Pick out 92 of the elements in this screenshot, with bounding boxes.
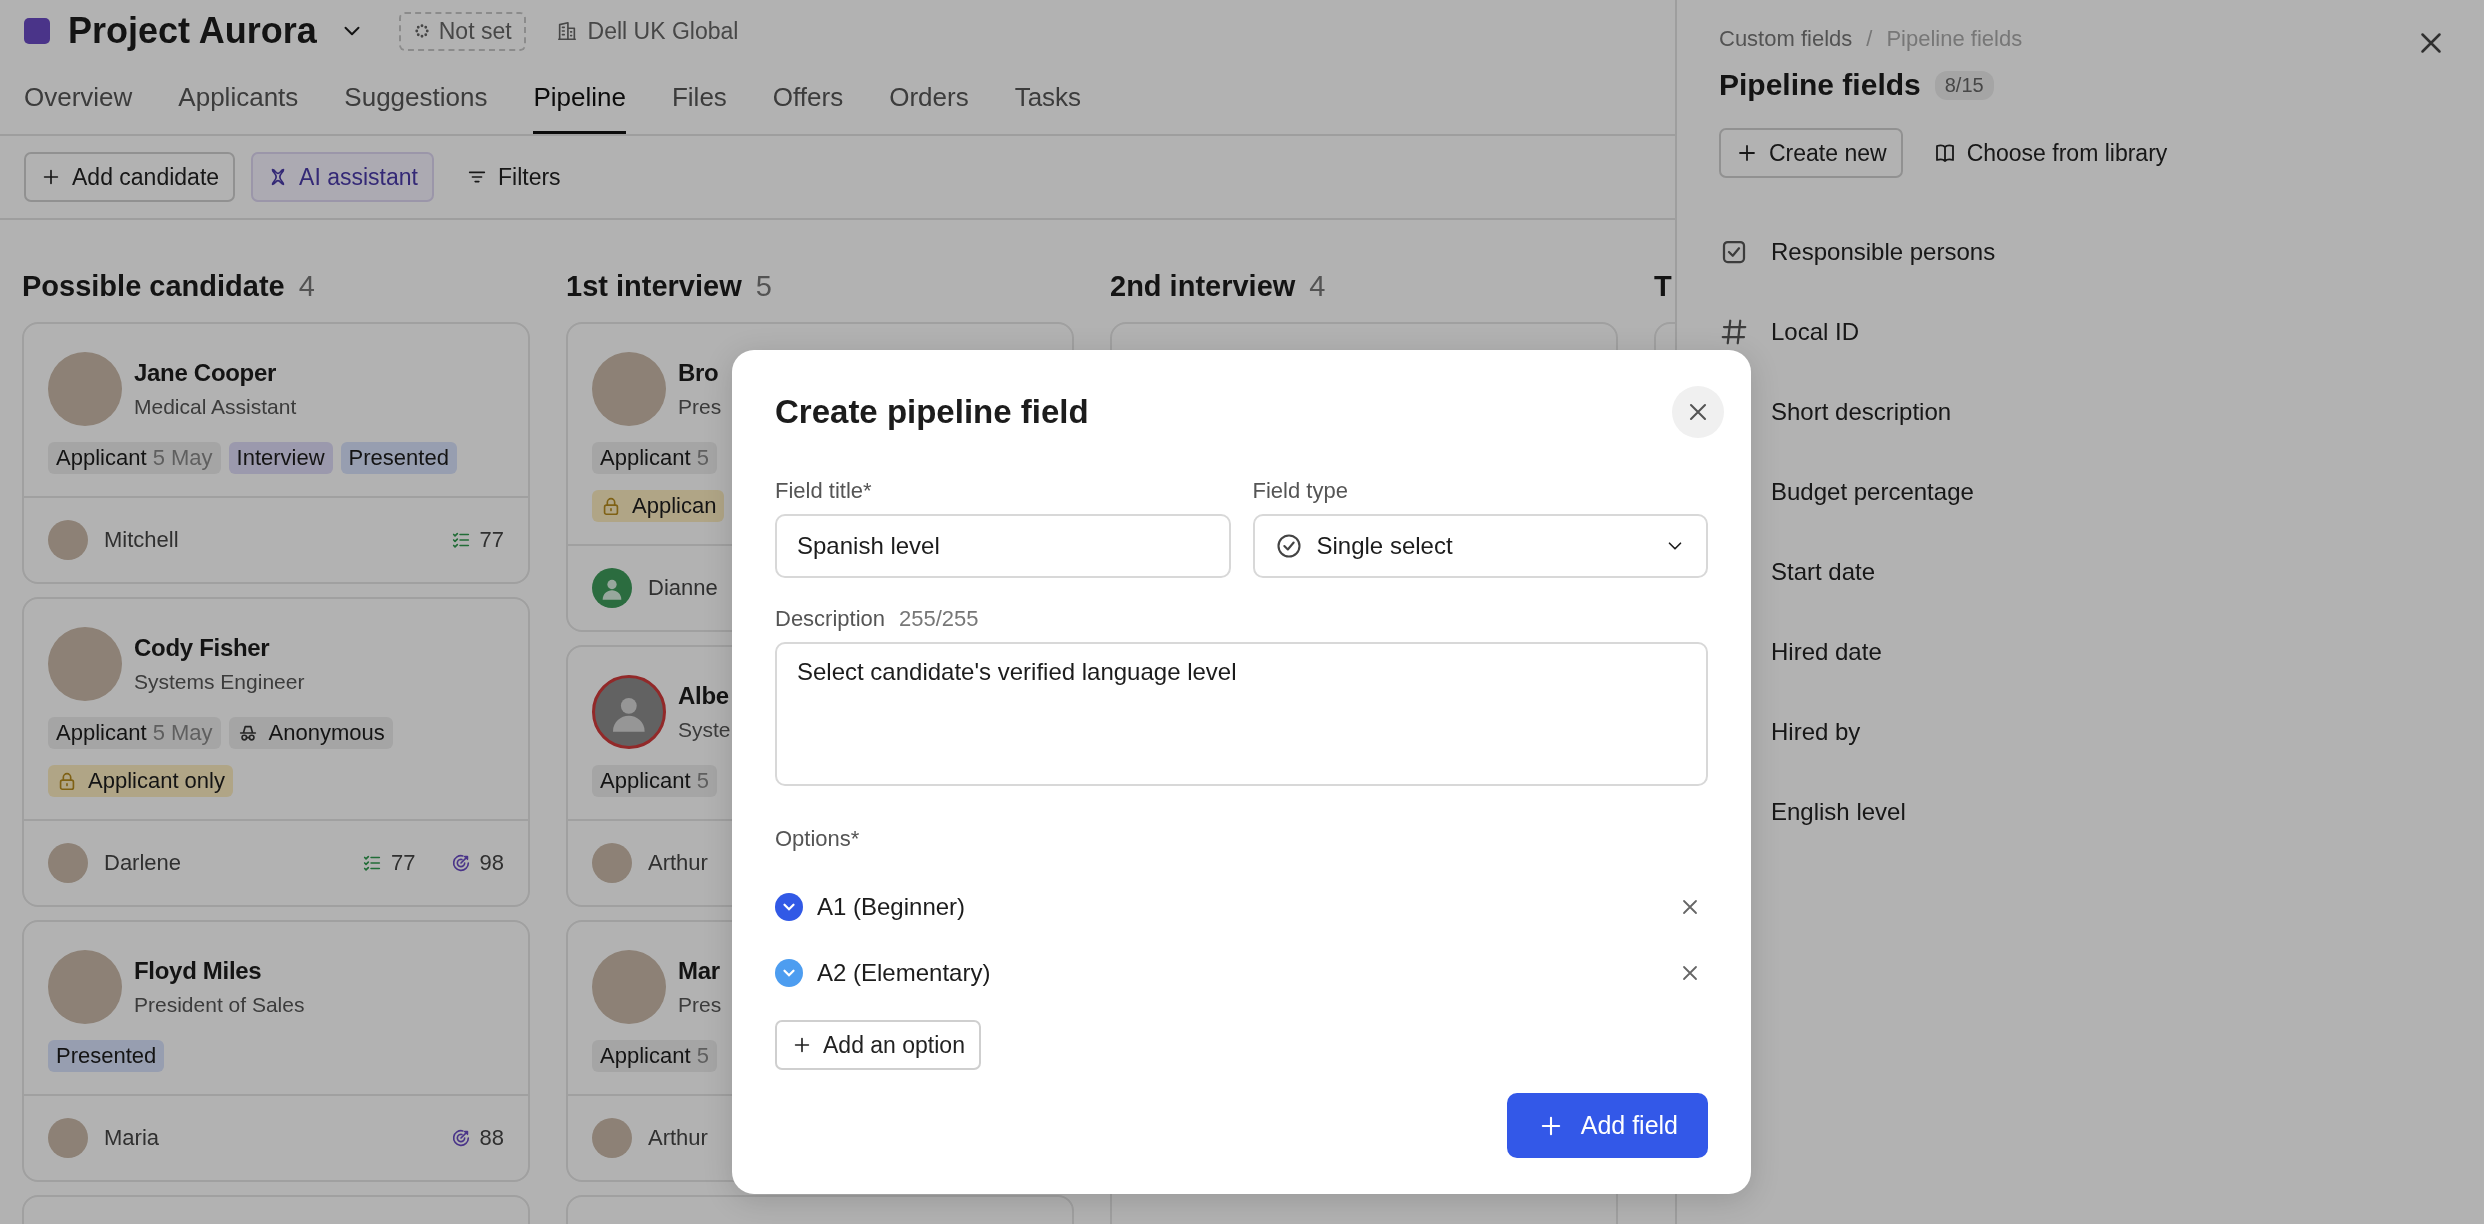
company-name[interactable]: Dell UK Global <box>587 17 739 45</box>
candidate-role: Pres <box>678 993 722 1017</box>
check-circle-icon <box>1274 532 1303 560</box>
field-label: Field type <box>1252 478 1349 504</box>
avatar-circle <box>592 1118 632 1158</box>
status-tag: Applicant 5 May <box>48 717 221 749</box>
add-field-button[interactable]: Add field <box>1506 1093 1708 1158</box>
column-count: 4 <box>298 270 315 303</box>
status-tag: Applicant only <box>48 765 233 797</box>
option-color-dot[interactable] <box>775 959 803 987</box>
candidate-name: Cody Fisher <box>134 634 271 662</box>
avatar-circle <box>48 520 88 560</box>
nav-tab[interactable]: Offers <box>772 76 844 134</box>
add-candidate-button[interactable]: Add candidate <box>24 152 236 202</box>
column-count: 5 <box>755 270 772 303</box>
candidate-name: Albe <box>678 682 730 710</box>
column-title: T <box>1654 270 1672 303</box>
status-tag: Applicant 5 May <box>48 442 221 474</box>
ai-assistant-button[interactable]: AI assistant <box>251 152 434 202</box>
metric-value: 77 <box>391 850 416 876</box>
field-count-badge: 8/15 <box>1934 70 1994 100</box>
candidate-role: Pres <box>678 395 722 419</box>
field-label: Field title* <box>775 478 873 504</box>
candidate-name: Bro <box>678 359 720 387</box>
status-selector[interactable]: Not set <box>398 11 526 51</box>
status-tag: Applican <box>592 490 725 522</box>
candidate-role: Medical Assistant <box>134 395 297 419</box>
candidate-card[interactable]: Floyd Miles President of Sales Presented Maria 88 <box>22 920 530 1182</box>
column-title: 1st interview <box>566 270 742 303</box>
option-label[interactable]: A2 (Elementary) <box>817 959 1664 987</box>
column-count: 4 <box>1309 270 1326 303</box>
choose-from-library-button[interactable]: Choose from library <box>1930 128 2170 178</box>
field-label: Description <box>775 606 886 632</box>
nav-tab[interactable]: Files <box>671 76 727 134</box>
project-color-square <box>24 18 50 44</box>
field-type-select[interactable]: Single select <box>1252 514 1708 578</box>
owner-name: Maria <box>104 1125 160 1151</box>
nav-tab[interactable]: Pipeline <box>533 76 626 134</box>
dotted-circle-icon <box>412 22 431 40</box>
hash-icon <box>1719 317 1749 347</box>
candidate-name: Mar <box>678 957 721 985</box>
status-tag: Interview <box>228 442 333 474</box>
status-tag: Applicant 5 <box>592 442 717 474</box>
nav-tab[interactable]: Tasks <box>1014 76 1082 134</box>
description-input[interactable]: Select candidate's verified language level <box>775 642 1708 786</box>
nav-tab[interactable]: Orders <box>889 76 969 134</box>
candidate-name: Jane Cooper <box>134 359 278 387</box>
status-tag: Anonymous <box>228 717 393 749</box>
avatar-circle <box>48 1118 88 1158</box>
filters-button[interactable]: Filters <box>449 152 577 202</box>
candidate-card[interactable]: Cody Fisher Systems Engineer Applicant 5 May Anonymous Applicant only Darlene 77 98 <box>22 597 530 907</box>
panel-title: Pipeline fields <box>1719 68 1921 102</box>
nav-tab[interactable]: Overview <box>24 76 133 134</box>
field-title-input[interactable]: Spanish level <box>775 514 1231 578</box>
candidate-role: President of Sales <box>134 993 305 1017</box>
candidate-role: Syste <box>678 718 731 742</box>
status-label: Not set <box>438 17 512 45</box>
nav-tab[interactable]: Suggestions <box>344 76 488 134</box>
metric-value: 77 <box>479 527 504 553</box>
field-label: Options* <box>775 826 861 852</box>
option-color-dot[interactable] <box>775 893 803 921</box>
building-icon <box>555 20 578 42</box>
breadcrumb-link[interactable]: Custom fields <box>1719 26 1853 52</box>
owner-name: Darlene <box>104 850 183 876</box>
create-new-button[interactable]: Create new <box>1719 128 1903 178</box>
owner-name: Mitchell <box>104 527 180 553</box>
option-label[interactable]: A1 (Beginner) <box>817 893 1664 921</box>
column-title: Possible candidate <box>22 270 285 303</box>
field-item[interactable]: Local ID <box>1771 318 1860 346</box>
breadcrumb-separator: / <box>1866 26 1873 52</box>
add-option-button[interactable]: Add an option <box>775 1020 981 1070</box>
nav-tab[interactable]: Applicants <box>178 76 299 134</box>
metric-value: 88 <box>479 1125 504 1151</box>
dialog-title: Create pipeline field <box>775 393 1089 431</box>
owner-name: Dianne <box>648 575 719 601</box>
close-button[interactable] <box>1672 386 1724 438</box>
status-tag: Presented <box>48 1040 165 1072</box>
candidate-role: Systems Engineer <box>134 670 305 694</box>
metric-value: 98 <box>479 850 504 876</box>
avatar-circle <box>592 843 632 883</box>
field-item[interactable]: Responsible persons <box>1771 238 1996 266</box>
status-tag: Applicant 5 <box>592 765 717 797</box>
candidate-name: Floyd Miles <box>134 957 263 985</box>
owner-name: Arthur <box>648 850 709 876</box>
status-tag: Presented <box>340 442 457 474</box>
owner-name: Arthur <box>648 1125 709 1151</box>
project-title: Project Aurora <box>68 10 317 52</box>
status-tag: Applicant 5 <box>592 1040 717 1072</box>
character-counter: 255/255 <box>899 606 979 632</box>
candidate-card[interactable]: Jane Cooper Medical Assistant Applicant 5 May Interview Presented Mitchell 77 <box>22 322 530 584</box>
avatar-circle <box>48 843 88 883</box>
column-title: 2nd interview <box>1110 270 1296 303</box>
